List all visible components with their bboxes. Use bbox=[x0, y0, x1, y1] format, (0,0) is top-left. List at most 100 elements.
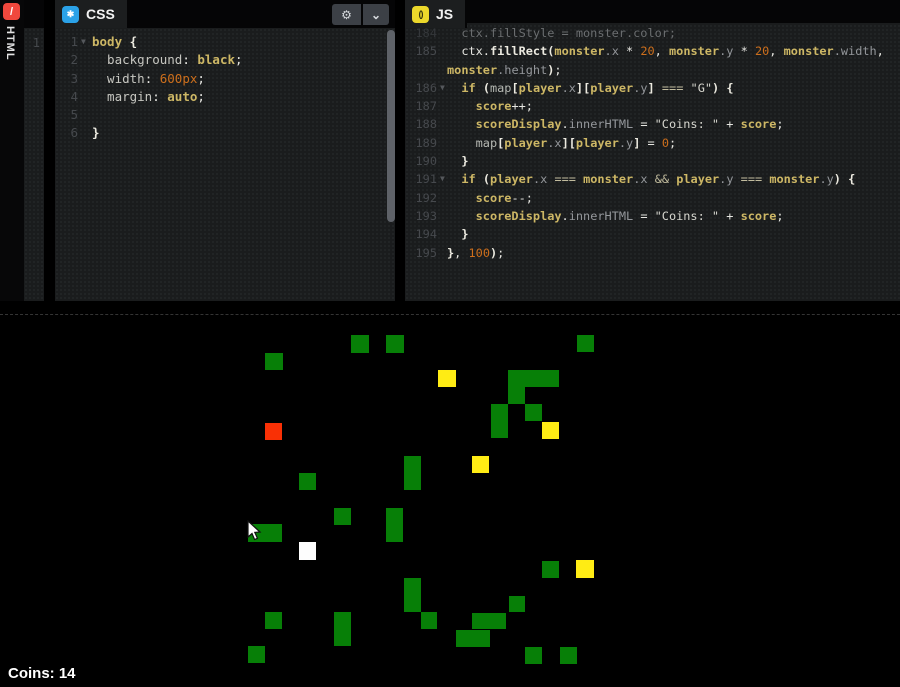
game-square-green bbox=[386, 508, 403, 542]
token bbox=[734, 172, 741, 186]
token: . bbox=[562, 209, 569, 223]
token: monster bbox=[784, 44, 834, 58]
js-code-editor[interactable]: 184 ctx.fillStyle = monster.color;185 ct… bbox=[405, 0, 900, 301]
token: = bbox=[633, 209, 654, 223]
token: 0 bbox=[662, 136, 669, 150]
fold-spacer bbox=[437, 61, 447, 79]
token: innerHTML bbox=[569, 117, 633, 131]
css-tab-label: CSS bbox=[86, 6, 115, 22]
token: ; bbox=[197, 89, 205, 104]
fold-spacer bbox=[437, 97, 447, 115]
code-text: } bbox=[447, 225, 900, 243]
token: } bbox=[447, 227, 468, 241]
token: scoreDisplay bbox=[447, 117, 562, 131]
css-settings-button[interactable]: ⚙ bbox=[332, 4, 361, 25]
preview-divider bbox=[0, 314, 900, 315]
line-number: 188 bbox=[405, 115, 437, 133]
code-line: 2 background: black; bbox=[55, 51, 395, 69]
code-text: margin: auto; bbox=[92, 88, 395, 106]
fold-arrow-icon[interactable]: ▼ bbox=[78, 33, 92, 51]
token: innerHTML bbox=[569, 209, 633, 223]
code-text: score--; bbox=[447, 189, 900, 207]
token: ][ bbox=[562, 136, 576, 150]
token: fillRect bbox=[490, 44, 547, 58]
js-panel: 184 ctx.fillStyle = monster.color;185 ct… bbox=[405, 0, 900, 301]
token: scoreDisplay bbox=[447, 209, 562, 223]
fold-arrow-icon[interactable]: ▼ bbox=[437, 79, 447, 97]
html-editor-sliver[interactable]: 1 bbox=[24, 0, 44, 301]
html-editor-body: 1 bbox=[24, 28, 44, 301]
code-line: 188 scoreDisplay.innerHTML = "Coins: " +… bbox=[405, 115, 900, 133]
game-square-green bbox=[508, 387, 525, 404]
chevron-down-icon: ⌄ bbox=[371, 8, 381, 22]
css-panel-header: ✱ CSS ⚙ ⌄ bbox=[55, 0, 395, 28]
token: : bbox=[182, 52, 197, 67]
token: . bbox=[562, 117, 569, 131]
js-panel-header bbox=[405, 0, 900, 23]
token: ctx. bbox=[447, 44, 490, 58]
code-line: 5 bbox=[55, 106, 395, 124]
game-square-green bbox=[404, 456, 421, 490]
token: + bbox=[719, 117, 740, 131]
fold-spacer bbox=[78, 124, 92, 142]
game-square-green bbox=[386, 335, 404, 353]
fold-spacer bbox=[437, 189, 447, 207]
fold-spacer bbox=[78, 51, 92, 69]
line-number: 5 bbox=[55, 106, 78, 124]
token: player bbox=[519, 81, 562, 95]
line-number: 185 bbox=[405, 42, 437, 60]
code-text: }, 100); bbox=[447, 244, 900, 262]
line-number: 190 bbox=[405, 152, 437, 170]
token: width bbox=[92, 71, 145, 86]
css-code-editor[interactable]: 1▼body {2 background: black;3 width: 600… bbox=[55, 28, 395, 301]
token: player bbox=[490, 172, 533, 186]
token: ++; bbox=[511, 99, 532, 113]
game-square-green bbox=[525, 404, 542, 421]
line-number: 192 bbox=[405, 189, 437, 207]
line-number: 4 bbox=[55, 88, 78, 106]
game-square-green bbox=[404, 578, 421, 612]
css-editor-scrollbar[interactable] bbox=[387, 30, 395, 222]
token: ][ bbox=[576, 81, 590, 95]
fold-spacer bbox=[437, 115, 447, 133]
token: ; bbox=[497, 246, 504, 260]
token bbox=[655, 81, 662, 95]
fold-spacer bbox=[78, 88, 92, 106]
token: player bbox=[676, 172, 719, 186]
token: && bbox=[655, 172, 669, 186]
code-text: monster.height); bbox=[447, 61, 900, 79]
token: === bbox=[554, 172, 575, 186]
code-text: background: black; bbox=[92, 51, 395, 69]
token: .y bbox=[633, 81, 647, 95]
html-panel-vertical-label: HTML bbox=[4, 26, 16, 61]
game-preview[interactable]: Coins: 14 bbox=[0, 301, 900, 687]
token: score bbox=[447, 99, 511, 113]
game-square-green bbox=[265, 612, 282, 629]
game-square-green bbox=[248, 646, 265, 663]
token: player bbox=[576, 136, 619, 150]
token: .width bbox=[834, 44, 877, 58]
mouse-cursor-icon bbox=[246, 520, 262, 544]
tab-css[interactable]: ✱ CSS bbox=[55, 0, 127, 28]
token: [ bbox=[511, 81, 518, 95]
html-panel-collapsed[interactable]: / HTML bbox=[0, 0, 24, 301]
game-square-green bbox=[509, 596, 525, 612]
tab-js[interactable]: () JS bbox=[405, 0, 465, 28]
code-line: 193 scoreDisplay.innerHTML = "Coins: " +… bbox=[405, 207, 900, 225]
fold-arrow-icon[interactable]: ▼ bbox=[437, 170, 447, 188]
line-number: 1 bbox=[55, 33, 78, 51]
js-code-lines: 184 ctx.fillStyle = monster.color;185 ct… bbox=[405, 24, 900, 262]
token: --; bbox=[511, 191, 532, 205]
token: === bbox=[662, 81, 683, 95]
css-collapse-button[interactable]: ⌄ bbox=[363, 4, 389, 25]
token: .x bbox=[533, 172, 547, 186]
game-square-green bbox=[472, 613, 506, 629]
token: , bbox=[655, 44, 669, 58]
code-text: ctx.fillRect(monster.x * 20, monster.y *… bbox=[447, 42, 900, 60]
html-editor-header bbox=[24, 0, 44, 28]
fold-spacer bbox=[437, 207, 447, 225]
token: { bbox=[848, 172, 855, 186]
game-square-green bbox=[577, 335, 594, 352]
code-text: map[player.x][player.y] = 0; bbox=[447, 134, 900, 152]
js-icon: () bbox=[412, 6, 429, 23]
